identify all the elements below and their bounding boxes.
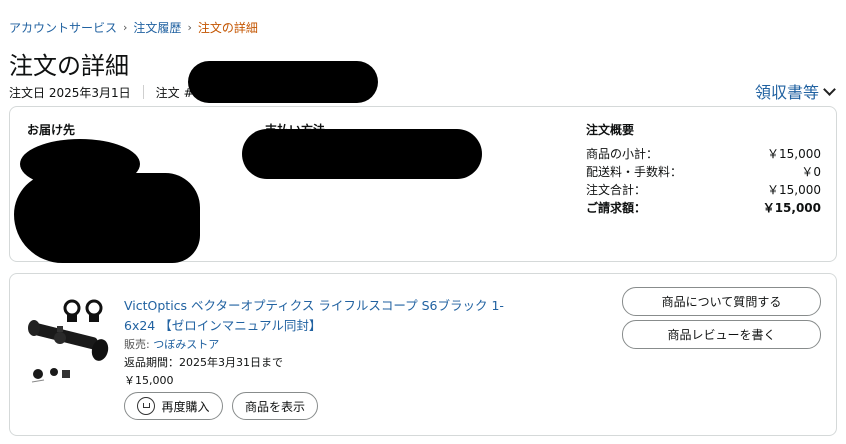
breadcrumb-separator: ›	[187, 21, 192, 34]
ask-question-label: 商品について質問する	[661, 295, 782, 309]
order-summary-panel: お届け先 支払い方法 注文概要 商品の小計： ￥15,000 配送料・手数料： …	[9, 106, 837, 263]
product-title-link[interactable]: VictOptics ベクターオプティクス ライフルスコープ S6ブラック 1-…	[124, 296, 504, 336]
ship-to-heading: お届け先	[27, 123, 76, 137]
summary-row-shipping: 配送料・手数料： ￥0	[586, 163, 821, 181]
summary-value: ￥15,000	[767, 183, 821, 197]
return-period: 返品期間：2025年3月31日まで	[124, 356, 283, 369]
invoice-label: 領収書等	[754, 83, 819, 102]
summary-label: 配送料・手数料：	[586, 165, 683, 179]
summary-value: ￥0	[801, 165, 821, 179]
rifle-scope-product-image[interactable]	[24, 296, 114, 386]
summary-label: 注文合計：	[586, 183, 647, 197]
cart-refresh-icon	[137, 397, 156, 415]
invoice-dropdown[interactable]: 領収書等	[754, 79, 836, 103]
breadcrumb-order-history[interactable]: 注文履歴	[133, 19, 181, 36]
buy-again-label: 再度購入	[161, 399, 210, 414]
summary-label: 商品の小計：	[586, 147, 659, 161]
page-title: 注文の詳細	[9, 52, 129, 80]
order-meta: 注文日 2025年3月1日 注文 #	[9, 84, 194, 100]
summary-row-grand-total: ご請求額： ￥15,000	[586, 199, 821, 217]
breadcrumb-separator: ›	[123, 21, 128, 34]
summary-lines: 商品の小計： ￥15,000 配送料・手数料： ￥0 注文合計： ￥15,000…	[586, 145, 821, 217]
address-redaction	[14, 173, 200, 263]
meta-divider	[142, 85, 144, 99]
order-summary-heading: 注文概要	[586, 123, 635, 137]
summary-row-subtotal: 商品の小計： ￥15,000	[586, 145, 821, 163]
seller-label: 販売:	[124, 338, 154, 351]
write-review-label: 商品レビューを書く	[667, 328, 776, 342]
payment-redaction	[242, 129, 482, 179]
write-review-button[interactable]: 商品レビューを書く	[622, 320, 821, 349]
order-item-panel: VictOptics ベクターオプティクス ライフルスコープ S6ブラック 1-…	[9, 273, 837, 436]
summary-value: ￥15,000	[767, 147, 821, 161]
view-item-label: 商品を表示	[244, 399, 305, 414]
view-item-button[interactable]: 商品を表示	[232, 392, 318, 420]
breadcrumb-current: 注文の詳細	[197, 21, 258, 35]
breadcrumb: アカウントサービス › 注文履歴 › 注文の詳細	[9, 19, 258, 36]
seller-line: 販売: つぼみストア	[124, 336, 219, 352]
order-date: 注文日 2025年3月1日	[9, 85, 131, 100]
item-price: ￥15,000	[124, 374, 174, 387]
breadcrumb-account-services[interactable]: アカウントサービス	[9, 19, 117, 36]
order-number-redaction	[188, 61, 378, 103]
seller-store-link[interactable]: つぼみストア	[153, 338, 219, 351]
ask-product-question-button[interactable]: 商品について質問する	[622, 287, 821, 316]
chevron-down-icon	[823, 82, 836, 96]
summary-value: ￥15,000	[762, 201, 821, 215]
summary-label: ご請求額：	[586, 201, 647, 215]
buy-again-button[interactable]: 再度購入	[124, 392, 223, 420]
summary-row-order-total: 注文合計： ￥15,000	[586, 181, 821, 199]
